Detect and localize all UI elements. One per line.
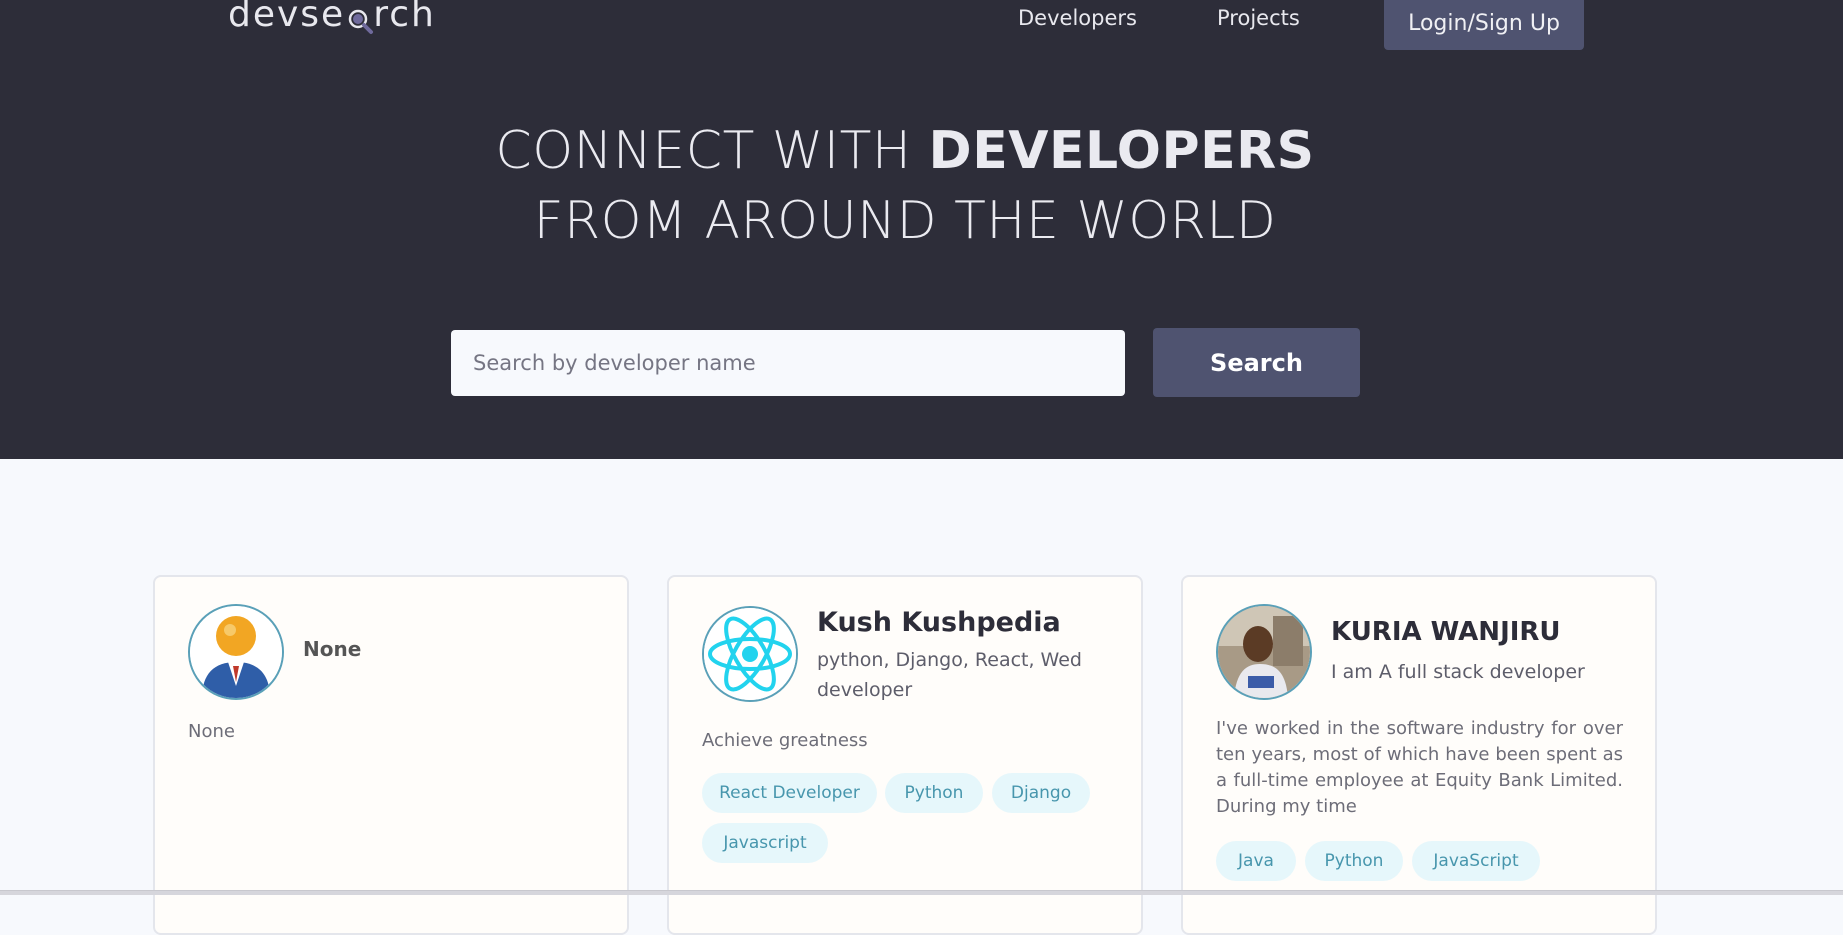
nav-projects-link[interactable]: Projects (1217, 6, 1300, 30)
hero-title-bold: DEVELOPERS (928, 121, 1315, 181)
developer-search-input[interactable] (451, 330, 1125, 396)
developer-name[interactable]: None (303, 637, 361, 661)
hero-title: CONNECT WITH DEVELOPERS FROM AROUND THE … (0, 116, 1810, 256)
developer-bio: None (188, 721, 235, 742)
react-logo-avatar (702, 606, 798, 702)
developer-card[interactable]: None None (153, 575, 629, 935)
login-signup-button[interactable]: Login/Sign Up (1384, 0, 1584, 50)
developer-card[interactable]: Kush Kushpedia python, Django, React, We… (667, 575, 1143, 935)
default-user-avatar (188, 604, 284, 700)
logo-text-end: rch (373, 0, 436, 35)
profile-photo-avatar (1216, 604, 1312, 700)
skill-tag[interactable]: Java (1216, 841, 1296, 881)
nav-developers-link[interactable]: Developers (1018, 6, 1137, 30)
hero-title-line-2: FROM AROUND THE WORLD (533, 191, 1277, 251)
developer-short-intro: python, Django, React, Wed developer (817, 649, 1082, 701)
developer-bio: I've worked in the software industry for… (1216, 718, 1623, 817)
hero-title-light: CONNECT WITH (495, 121, 929, 181)
developer-name[interactable]: Kush Kushpedia (817, 607, 1061, 638)
skill-tag[interactable]: Python (1305, 841, 1403, 881)
skill-tag[interactable]: Javascript (702, 823, 828, 863)
logo-text-start: devse (228, 0, 346, 35)
skill-tag[interactable]: JavaScript (1412, 841, 1540, 881)
bottom-edge-divider (0, 890, 1843, 895)
skill-tag[interactable]: React Developer (702, 773, 877, 813)
magnifier-icon (346, 2, 374, 34)
developer-card[interactable]: KURIA WANJIRU I am A full stack develope… (1181, 575, 1657, 935)
developer-short-intro: I am A full stack developer (1331, 661, 1585, 683)
developer-bio: Achieve greatness (702, 730, 868, 751)
skill-tag[interactable]: Python (885, 773, 983, 813)
logo[interactable]: devse rch (228, 0, 436, 35)
search-button[interactable]: Search (1153, 328, 1360, 397)
skill-tag[interactable]: Django (992, 773, 1090, 813)
hero-section: devse rch Developers Projects Login/Sign … (0, 0, 1843, 459)
developer-name[interactable]: KURIA WANJIRU (1331, 617, 1561, 647)
